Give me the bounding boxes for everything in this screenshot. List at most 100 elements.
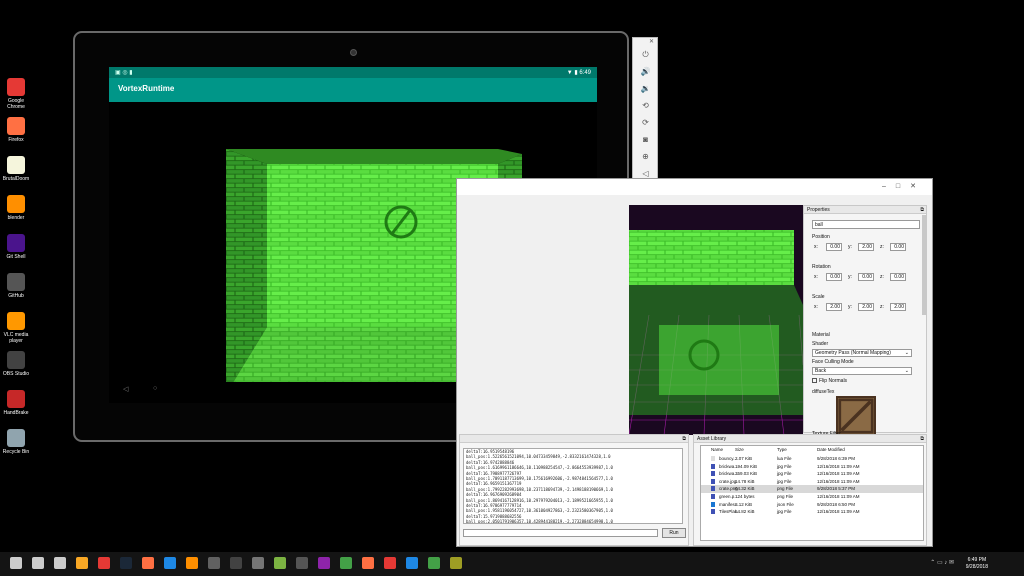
scale-x-field[interactable]: 2.00	[826, 303, 842, 311]
app3-icon[interactable]	[384, 557, 396, 569]
asset-row[interactable]: crate.jpg 14.78 KiB jpg File 12/16/2018 11:…	[701, 478, 923, 486]
github-taskbar-icon[interactable]	[296, 557, 308, 569]
desktop-shortcut-label: Recycle Bin	[2, 449, 30, 455]
scale-y-field[interactable]: 2.00	[858, 303, 874, 311]
desktop-shortcut[interactable]: HandBrake	[0, 390, 32, 426]
position-z-field[interactable]: 0.00	[890, 243, 906, 251]
desktop-shortcut[interactable]: Google Chrome	[0, 78, 32, 114]
asset-date: 12/16/2018 11:09 AM	[817, 509, 860, 515]
vscode-icon[interactable]	[164, 557, 176, 569]
android-icon[interactable]	[274, 557, 286, 569]
nav-back-button[interactable]: ◁	[123, 385, 128, 393]
position-x-field[interactable]: 0.00	[826, 243, 842, 251]
asset-row[interactable]: brickwa... 194.09 KiB jpg File 12/16/2018 1…	[701, 463, 923, 471]
desktop-shortcut-label: blender	[7, 215, 25, 221]
rotation-z-field[interactable]: 0.00	[890, 273, 906, 281]
rotation-x-field[interactable]: 0.00	[826, 273, 842, 281]
properties-title: Properties	[807, 207, 830, 213]
desktop-shortcut[interactable]: blender	[0, 195, 32, 231]
shader-label: Shader	[812, 341, 829, 347]
desktop-shortcut[interactable]: Firefox	[0, 117, 32, 153]
chrome-taskbar-icon[interactable]	[98, 557, 110, 569]
run-button[interactable]: Run	[662, 528, 686, 538]
asset-type: jpg File	[777, 478, 792, 484]
app-icon[interactable]	[318, 557, 330, 569]
scene-viewport[interactable]	[629, 205, 803, 435]
crate-texture-thumbnail[interactable]	[836, 396, 876, 436]
properties-scrollbar[interactable]	[922, 215, 926, 315]
clock[interactable]: 6:49 PM 9/28/2018	[966, 557, 988, 571]
pin-icon[interactable]: ⧉	[920, 206, 924, 214]
asset-date: 9/28/2018 5:37 PM	[817, 486, 856, 492]
flip-normals-checkbox[interactable]: Flip Normals	[812, 378, 847, 384]
terminal-taskbar-icon[interactable]	[230, 557, 242, 569]
asset-date: 9/28/2018 6:39 PM	[817, 456, 856, 461]
calculator-icon[interactable]	[252, 557, 264, 569]
pin-icon[interactable]: ⧉	[920, 435, 924, 443]
wifi-icon: ▼	[566, 70, 573, 76]
column-date[interactable]: Date Modified	[817, 447, 845, 452]
asset-date: 12/16/2018 11:09 AM	[817, 494, 860, 499]
start-icon[interactable]	[10, 557, 22, 569]
desktop-shortcut[interactable]: OBS Studio	[0, 351, 32, 387]
volume-up-icon[interactable]: 🔊	[639, 65, 652, 78]
asset-row[interactable]: bouncy.... 2.07 KiB lua File 9/28/2018 6:39…	[701, 455, 923, 463]
desktop-shortcut[interactable]: GitHub	[0, 273, 32, 309]
rotate-left-icon[interactable]: ⟲	[639, 99, 652, 112]
firefox-taskbar-icon[interactable]	[142, 557, 154, 569]
file-icon	[711, 456, 715, 461]
asset-size: 14.78 KiB	[735, 478, 755, 484]
asset-row[interactable]: TilesPlai... 54.82 KiB jpg File 12/16/2018 …	[701, 508, 923, 516]
task-view-icon[interactable]	[54, 557, 66, 569]
zoom-icon[interactable]: ⊕	[639, 150, 652, 163]
asset-row[interactable]: green.p... 124 bytes png File 12/16/2018 11…	[701, 493, 923, 501]
asset-row[interactable]: manifes... 8.12 KiB json File 9/28/2018 6:5…	[701, 501, 923, 509]
object-name-field[interactable]: ball	[812, 220, 920, 229]
volume-down-icon[interactable]: 🔉	[639, 82, 652, 95]
firefox2-icon[interactable]	[362, 557, 374, 569]
android2-icon[interactable]	[428, 557, 440, 569]
vlc-icon	[7, 312, 25, 330]
steam-icon[interactable]	[120, 557, 132, 569]
asset-type: lua File	[777, 456, 792, 461]
window-controls[interactable]: –□✕	[882, 182, 926, 190]
close-icon[interactable]: ✕	[633, 38, 657, 46]
rotate-right-icon[interactable]: ⟳	[639, 116, 652, 129]
console-panel: ⧉ deltaT:16.9519548196 ball_pos:1.5226561…	[459, 434, 689, 546]
app4-icon[interactable]	[406, 557, 418, 569]
blender-taskbar-icon[interactable]	[186, 557, 198, 569]
asset-type: jpg File	[777, 471, 792, 477]
file-icon	[711, 494, 715, 499]
file-icon	[711, 486, 715, 492]
scale-label: Scale	[812, 294, 825, 300]
power-icon[interactable]: ⏻	[639, 48, 652, 61]
face-culling-dropdown[interactable]: Back ⌄	[812, 367, 912, 375]
nav-home-button[interactable]: ○	[153, 385, 157, 392]
camera-icon[interactable]: ◙	[639, 133, 652, 146]
shader-dropdown[interactable]: Geometry Pass (Normal Mapping) ⌄	[812, 349, 912, 357]
console-input[interactable]	[463, 529, 658, 537]
scale-z-field[interactable]: 2.00	[890, 303, 906, 311]
desktop-shortcut[interactable]: BrutalDoom	[0, 156, 32, 192]
explorer-icon[interactable]	[76, 557, 88, 569]
desktop-shortcut[interactable]: Git Shell	[0, 234, 32, 270]
asset-row[interactable]: brickwa... 359.03 KiB jpg File 12/16/2018 1…	[701, 470, 923, 478]
desktop-shortcut[interactable]: Recycle Bin	[0, 429, 32, 465]
asset-type: jpg File	[777, 463, 792, 469]
asset-row[interactable]: crate.png 64.32 KiB png File 9/28/2018 5:37…	[701, 485, 923, 493]
taskbar: ⌃ ▭ ♪ ✉ 6:49 PM 9/28/2018	[0, 552, 1024, 576]
obs-taskbar-icon[interactable]	[208, 557, 220, 569]
column-size[interactable]: Size	[735, 447, 744, 452]
column-type[interactable]: Type	[777, 447, 787, 452]
console-log[interactable]: deltaT:16.9519548196 ball_pos:1.522656152…	[463, 448, 683, 524]
diffuse-label: diffuseTex	[812, 389, 835, 395]
vortex-icon[interactable]	[450, 557, 462, 569]
system-tray[interactable]: ⌃ ▭ ♪ ✉	[930, 559, 954, 566]
position-y-field[interactable]: 2.00	[858, 243, 874, 251]
pin-icon[interactable]: ⧉	[682, 435, 686, 443]
desktop-shortcut[interactable]: VLC media player	[0, 312, 32, 348]
rotation-y-field[interactable]: 0.00	[858, 273, 874, 281]
app2-icon[interactable]	[340, 557, 352, 569]
column-name[interactable]: Name	[711, 447, 723, 452]
search-icon[interactable]	[32, 557, 44, 569]
